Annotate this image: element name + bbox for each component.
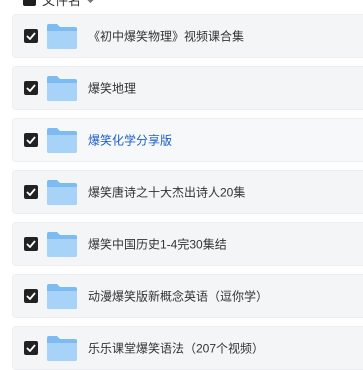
row-checkbox[interactable] xyxy=(24,341,38,355)
folder-name[interactable]: 爆笑唐诗之十大杰出诗人20集 xyxy=(88,184,245,201)
row-checkbox[interactable] xyxy=(24,133,38,147)
checkmark-icon xyxy=(26,84,36,92)
list-item[interactable]: 爆笑唐诗之十大杰出诗人20集 xyxy=(12,170,363,214)
folder-icon xyxy=(47,76,77,101)
checkmark-icon xyxy=(26,188,36,196)
folder-icon xyxy=(47,24,77,49)
checkmark-icon xyxy=(26,240,36,248)
list-item[interactable]: 《初中爆笑物理》视频课合集 xyxy=(12,14,363,58)
list-item[interactable]: 爆笑地理 xyxy=(12,66,363,110)
checkmark-icon xyxy=(26,344,36,352)
row-checkbox[interactable] xyxy=(24,289,38,303)
list-item[interactable]: 乐乐课堂爆笑语法（207个视频） xyxy=(12,326,363,370)
folder-icon xyxy=(47,232,77,257)
folder-name[interactable]: 乐乐课堂爆笑语法（207个视频） xyxy=(88,340,264,357)
checkmark-icon xyxy=(26,136,36,144)
select-all-checkbox[interactable] xyxy=(23,0,36,6)
folder-icon xyxy=(47,128,77,153)
sort-arrow-icon[interactable]: ◆ xyxy=(87,0,94,5)
folder-icon xyxy=(47,180,77,205)
checkmark-icon xyxy=(26,292,36,300)
folder-icon xyxy=(47,284,77,309)
column-header-filename[interactable]: 文件名 xyxy=(42,0,81,9)
list-item[interactable]: 动漫爆笑版新概念英语（逗你学） xyxy=(12,274,363,318)
row-checkbox[interactable] xyxy=(24,185,38,199)
file-list-page: 文件名 ◆ 《初中爆笑物理》视频课合集 爆笑地理 xyxy=(0,0,363,370)
row-checkbox[interactable] xyxy=(24,29,38,43)
folder-name[interactable]: 爆笑中国历史1-4完30集结 xyxy=(88,236,227,253)
list-item[interactable]: 爆笑化学分享版 xyxy=(12,118,363,162)
checkmark-icon xyxy=(26,32,36,40)
list-header: 文件名 ◆ xyxy=(23,0,94,9)
file-list: 《初中爆笑物理》视频课合集 爆笑地理 爆笑化学分享版 爆笑唐诗之十大杰出诗人20… xyxy=(12,14,363,370)
list-item[interactable]: 爆笑中国历史1-4完30集结 xyxy=(12,222,363,266)
folder-name[interactable]: 爆笑地理 xyxy=(88,80,136,97)
folder-name[interactable]: 动漫爆笑版新概念英语（逗你学） xyxy=(88,288,268,305)
row-checkbox[interactable] xyxy=(24,81,38,95)
folder-icon xyxy=(47,336,77,361)
folder-name[interactable]: 爆笑化学分享版 xyxy=(88,132,172,149)
folder-name[interactable]: 《初中爆笑物理》视频课合集 xyxy=(88,28,244,45)
row-checkbox[interactable] xyxy=(24,237,38,251)
